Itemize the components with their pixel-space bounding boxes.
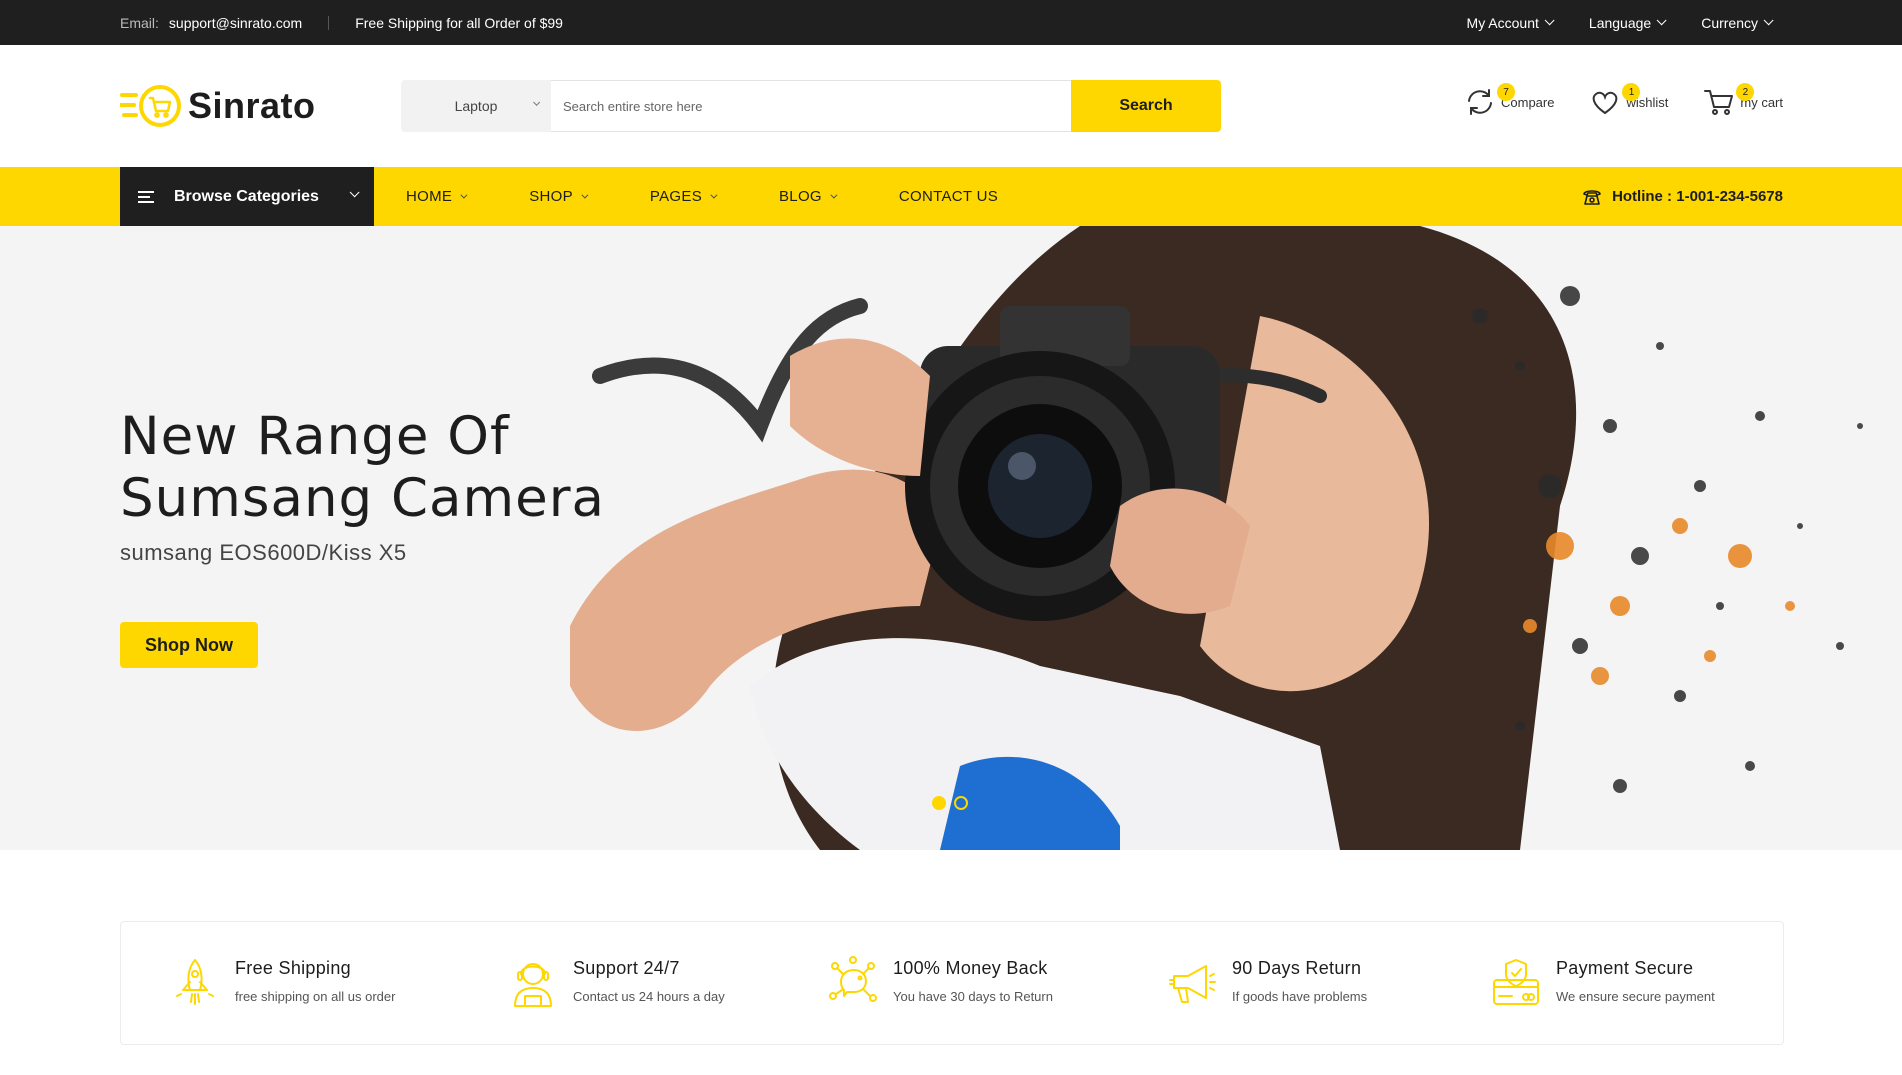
- email-label: Email:: [120, 14, 159, 31]
- feature-desc: We ensure secure payment: [1556, 989, 1715, 1004]
- nav-item-pages[interactable]: PAGES: [649, 188, 718, 205]
- feature-title: Free Shipping: [235, 958, 351, 978]
- feature-desc: free shipping on all us order: [235, 989, 396, 1004]
- hotline-number[interactable]: 1-001-234-5678: [1676, 188, 1783, 205]
- search-bar: Laptop Search: [401, 80, 1221, 132]
- language-dropdown[interactable]: Language: [1588, 14, 1667, 31]
- hero-slider: New Range Of Sumsang Camera sumsang EOS6…: [0, 226, 1902, 850]
- logo-text: Sinrato: [188, 85, 316, 126]
- email-link[interactable]: support@sinrato.com: [169, 15, 302, 31]
- main-navigation: Browse Categories HOME SHOP PAGES BLOG C…: [0, 167, 1902, 226]
- top-bar: Email: support@sinrato.com Free Shipping…: [0, 0, 1902, 45]
- wishlist-link[interactable]: 1 wishlist: [1588, 83, 1668, 119]
- nav-item-label: BLOG: [779, 188, 822, 205]
- cart-icon: [1704, 90, 1734, 115]
- slider-dot-active[interactable]: [932, 796, 946, 810]
- secure-payment-icon: [1493, 959, 1539, 1005]
- shop-now-button[interactable]: Shop Now: [120, 622, 258, 668]
- hero-subtitle: sumsang EOS600D/Kiss X5: [120, 540, 407, 565]
- chevron-down-icon: [581, 191, 589, 199]
- currency-label: Currency: [1701, 14, 1758, 31]
- megaphone-icon: [1169, 965, 1216, 1003]
- heart-icon: [1593, 91, 1618, 115]
- browse-categories-label: Browse Categories: [174, 187, 319, 205]
- chevron-down-icon: [1544, 15, 1555, 26]
- menu-lines-icon: [138, 190, 154, 203]
- rocket-icon: [176, 959, 214, 1005]
- features-strip: Free Shipping free shipping on all us or…: [120, 921, 1784, 1045]
- support-agent-icon: [514, 963, 552, 1007]
- browse-categories-button[interactable]: Browse Categories: [120, 167, 374, 226]
- feature-title: 90 Days Return: [1232, 958, 1362, 978]
- slider-dot[interactable]: [954, 796, 968, 810]
- my-account-label: My Account: [1466, 14, 1539, 31]
- nav-item-blog[interactable]: BLOG: [779, 188, 838, 205]
- nav-item-label: HOME: [406, 188, 453, 205]
- compare-count-badge: 7: [1497, 83, 1515, 101]
- search-button[interactable]: Search: [1071, 80, 1221, 132]
- search-category-value: Laptop: [454, 98, 498, 114]
- site-logo[interactable]: Sinrato: [120, 83, 316, 129]
- hero-title: New Range Of Sumsang Camera: [120, 406, 680, 530]
- cart-link[interactable]: 2 my cart: [1702, 83, 1783, 119]
- chevron-down-icon: [349, 187, 360, 198]
- logo-cart-icon: [120, 85, 181, 127]
- nav-item-home[interactable]: HOME: [406, 188, 468, 205]
- language-label: Language: [1588, 14, 1652, 31]
- search-input[interactable]: [551, 80, 1071, 132]
- hotline: Hotline : 1-001-234-5678: [1582, 167, 1783, 226]
- feature-free-shipping: Free Shipping free shipping on all us or…: [169, 956, 395, 1008]
- currency-dropdown[interactable]: Currency: [1701, 14, 1774, 31]
- nav-item-contact-us[interactable]: CONTACT US: [899, 188, 998, 205]
- topbar-divider: [328, 15, 330, 30]
- compare-link[interactable]: 7 Compare: [1463, 83, 1554, 119]
- phone-icon: [1583, 189, 1601, 205]
- hero-content: New Range Of Sumsang Camera sumsang EOS6…: [120, 406, 680, 668]
- feature-desc: If goods have problems: [1232, 989, 1368, 1004]
- chevron-down-icon: [533, 98, 541, 106]
- nav-item-label: SHOP: [529, 188, 573, 205]
- feature-title: 100% Money Back: [893, 958, 1048, 978]
- feature-money-back: 100% Money Back You have 30 days to Retu…: [827, 956, 1053, 1008]
- feature-90-days-return: 90 Days Return If goods have problems: [1166, 956, 1367, 1008]
- shipping-notice: Free Shipping for all Order of $99: [355, 14, 563, 31]
- search-category-select[interactable]: Laptop: [401, 80, 551, 132]
- feature-title: Payment Secure: [1556, 958, 1694, 978]
- hero-title-line-1: New Range Of: [120, 406, 510, 467]
- chevron-down-icon: [1656, 15, 1667, 26]
- nav-item-label: CONTACT US: [898, 188, 999, 205]
- site-header: Sinrato Laptop Search 7 Compare: [0, 45, 1902, 167]
- feature-title: Support 24/7: [573, 958, 680, 978]
- compare-icon: [1468, 89, 1492, 115]
- chevron-down-icon: [460, 191, 468, 199]
- header-actions: 7 Compare 1 wishlist 2 my cart: [1463, 83, 1783, 119]
- feature-desc: Contact us 24 hours a day: [573, 989, 725, 1004]
- nav-item-shop[interactable]: SHOP: [529, 188, 589, 205]
- chevron-down-icon: [710, 191, 718, 199]
- my-account-dropdown[interactable]: My Account: [1466, 14, 1555, 31]
- chevron-down-icon: [830, 191, 838, 199]
- feature-support: Support 24/7 Contact us 24 hours a day: [507, 956, 725, 1008]
- hero-title-line-2: Sumsang Camera: [120, 468, 606, 529]
- nav-item-label: PAGES: [649, 188, 702, 205]
- hotline-label: Hotline :: [1612, 188, 1673, 205]
- chevron-down-icon: [1763, 15, 1774, 26]
- hero-camera-photo: [570, 226, 1863, 850]
- feature-desc: You have 30 days to Return: [893, 989, 1053, 1004]
- feature-payment-secure: Payment Secure We ensure secure payment: [1490, 956, 1715, 1008]
- slider-pagination: [932, 796, 968, 810]
- nav-menu: HOME SHOP PAGES BLOG CONTACT US: [406, 167, 1062, 226]
- money-back-icon: [829, 956, 877, 1002]
